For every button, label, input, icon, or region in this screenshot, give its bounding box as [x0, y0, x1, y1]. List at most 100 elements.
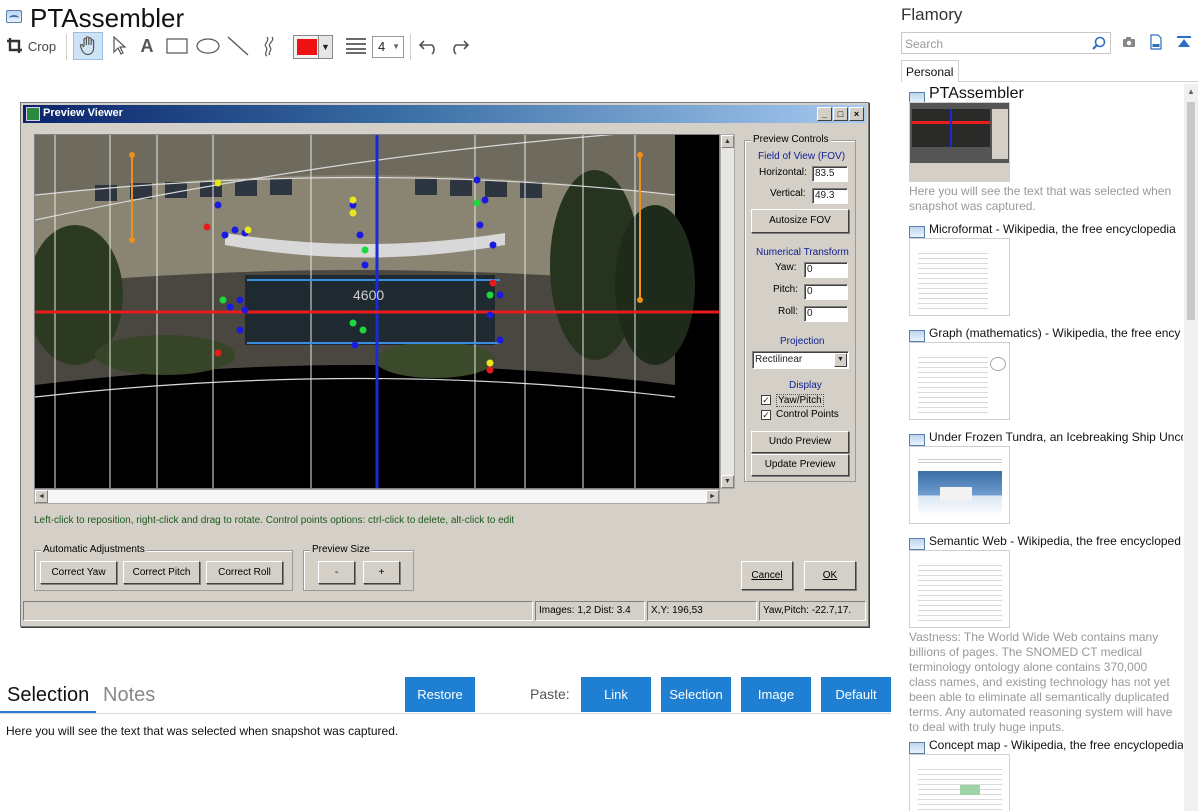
horizontal-label: Horizontal: — [759, 167, 807, 178]
window-title: Preview Viewer — [43, 107, 123, 119]
snapshot-icon — [909, 538, 925, 550]
line-width-select[interactable]: 4 ▼ — [372, 36, 404, 58]
line-width-icon — [346, 38, 366, 54]
pitch-label: Pitch: — [773, 284, 799, 295]
restore-button[interactable]: Restore — [405, 677, 475, 712]
item-title: Concept map - Wikipedia, the free encycl… — [929, 738, 1183, 752]
scroll-right-icon[interactable]: ► — [706, 490, 719, 503]
panorama-image: 4600 — [27, 129, 719, 488]
crop-button[interactable]: Crop — [4, 32, 58, 60]
status-empty — [23, 601, 533, 621]
paste-image-button[interactable]: Image — [741, 677, 811, 712]
line-tool-button[interactable] — [225, 32, 251, 60]
snapshot-icon — [909, 742, 925, 754]
line-icon — [227, 36, 249, 56]
panel-title: Flamory — [901, 5, 963, 24]
paste-default-button[interactable]: Default — [821, 677, 891, 712]
snapshot-thumbnail — [909, 102, 1010, 182]
ok-button[interactable]: OK — [804, 561, 856, 590]
scrollbar-thumb[interactable] — [1187, 102, 1195, 320]
line-width-button[interactable] — [343, 32, 369, 60]
status-bar: Images: 1,2 Dist: 3.4 X,Y: 196,53 Yaw,Pi… — [23, 601, 866, 623]
snapshot-thumbnail — [909, 342, 1010, 420]
tab-notes[interactable]: Notes — [103, 684, 155, 707]
close-button[interactable]: × — [849, 107, 864, 121]
control-points-checkbox[interactable]: ✓ — [761, 410, 771, 420]
camera-icon[interactable] — [1122, 36, 1136, 48]
search-icon[interactable] — [1092, 36, 1106, 50]
preview-controls-group: Preview Controls Field of View (FOV) Hor… — [744, 134, 856, 482]
hand-icon — [79, 36, 95, 56]
scroll-left-icon[interactable]: ◄ — [35, 490, 48, 503]
freehand-tool-button[interactable] — [254, 32, 282, 60]
shrink-preview-button[interactable]: - — [318, 561, 355, 584]
tab-personal[interactable]: Personal — [901, 60, 959, 82]
autosize-fov-button[interactable]: Autosize FOV — [751, 209, 849, 233]
cancel-button[interactable]: Cancel — [741, 561, 793, 590]
redo-icon — [453, 40, 470, 55]
color-picker[interactable]: ▼ — [293, 35, 333, 59]
tab-selection[interactable]: Selection — [7, 684, 89, 707]
document-icon[interactable] — [1150, 34, 1162, 50]
automatic-adjustments-title: Automatic Adjustments — [41, 544, 147, 555]
vertical-label: Vertical: — [770, 188, 806, 199]
pitch-input[interactable]: 0 — [804, 284, 848, 300]
minimize-button[interactable]: _ — [817, 107, 832, 121]
cursor-icon — [113, 36, 126, 55]
enlarge-preview-button[interactable]: + — [363, 561, 400, 584]
status-yaw-pitch: Yaw,Pitch: -22.7,17. — [759, 601, 866, 621]
undo-preview-button[interactable]: Undo Preview — [751, 431, 849, 453]
preview-horizontal-scrollbar[interactable]: ◄ ► — [34, 489, 720, 504]
update-preview-button[interactable]: Update Preview — [751, 454, 849, 476]
search-input[interactable]: Search — [901, 32, 1111, 54]
snapshot-icon — [909, 226, 925, 238]
correct-roll-button[interactable]: Correct Roll — [206, 561, 283, 584]
maximize-button[interactable]: □ — [833, 107, 848, 121]
paste-link-button[interactable]: Link — [581, 677, 651, 712]
search-placeholder: Search — [905, 37, 944, 51]
control-points-label: Control Points — [776, 409, 839, 420]
roll-input[interactable]: 0 — [804, 306, 848, 322]
correct-yaw-button[interactable]: Correct Yaw — [40, 561, 117, 584]
snapshot-thumbnail — [909, 238, 1010, 316]
status-images: Images: 1,2 Dist: 3.4 — [535, 601, 645, 621]
line-width-value: 4 — [378, 39, 386, 54]
yaw-pitch-checkbox[interactable]: ✓ — [761, 395, 771, 405]
paste-selection-button[interactable]: Selection — [661, 677, 731, 712]
rectangle-tool-button[interactable] — [163, 32, 191, 60]
ellipse-tool-button[interactable] — [194, 32, 222, 60]
item-title: Under Frozen Tundra, an Icebreaking Ship… — [929, 430, 1183, 444]
text-tool-button[interactable]: A — [135, 32, 159, 60]
correct-pitch-button[interactable]: Correct Pitch — [123, 561, 200, 584]
automatic-adjustments-group: Automatic Adjustments Correct Yaw Correc… — [34, 544, 293, 591]
panorama-preview-canvas[interactable]: 4600 — [27, 129, 720, 489]
yaw-label: Yaw: — [775, 262, 797, 273]
window-app-icon — [26, 107, 40, 121]
snapshot-list: PTAssembler Here you will see the text t… — [905, 84, 1183, 811]
preview-vertical-scrollbar[interactable]: ▲ ▼ — [720, 134, 735, 489]
text-tool-icon: A — [140, 35, 154, 56]
undo-button[interactable] — [416, 32, 442, 60]
scroll-down-icon[interactable]: ▼ — [721, 475, 734, 488]
projection-select[interactable]: Rectilinear ▼ — [752, 351, 849, 369]
snapshot-thumbnail — [909, 754, 1010, 811]
vertical-fov-input[interactable]: 49.3 — [812, 188, 848, 204]
select-tool-button[interactable] — [106, 32, 132, 60]
scroll-up-icon[interactable]: ▲ — [1187, 87, 1195, 96]
window-titlebar: Preview Viewer _ □ × — [23, 105, 866, 123]
scroll-up-icon[interactable]: ▲ — [721, 135, 734, 148]
preview-size-title: Preview Size — [310, 544, 372, 555]
panel-scrollbar[interactable]: ▲ — [1184, 84, 1198, 811]
redo-button[interactable] — [446, 32, 472, 60]
chevron-down-icon: ▼ — [392, 42, 400, 51]
preview-size-group: Preview Size - + — [303, 544, 414, 591]
collapse-panel-icon[interactable] — [1176, 35, 1192, 49]
yaw-input[interactable]: 0 — [804, 262, 848, 278]
crop-label: Crop — [27, 38, 57, 54]
hand-tool-button[interactable] — [73, 32, 103, 60]
chevron-down-icon: ▼ — [834, 353, 847, 367]
horizontal-fov-input[interactable]: 83.5 — [812, 166, 848, 182]
status-xy: X,Y: 196,53 — [647, 601, 757, 621]
item-title: PTAssembler — [929, 85, 1024, 102]
app-logo-icon — [6, 10, 22, 23]
